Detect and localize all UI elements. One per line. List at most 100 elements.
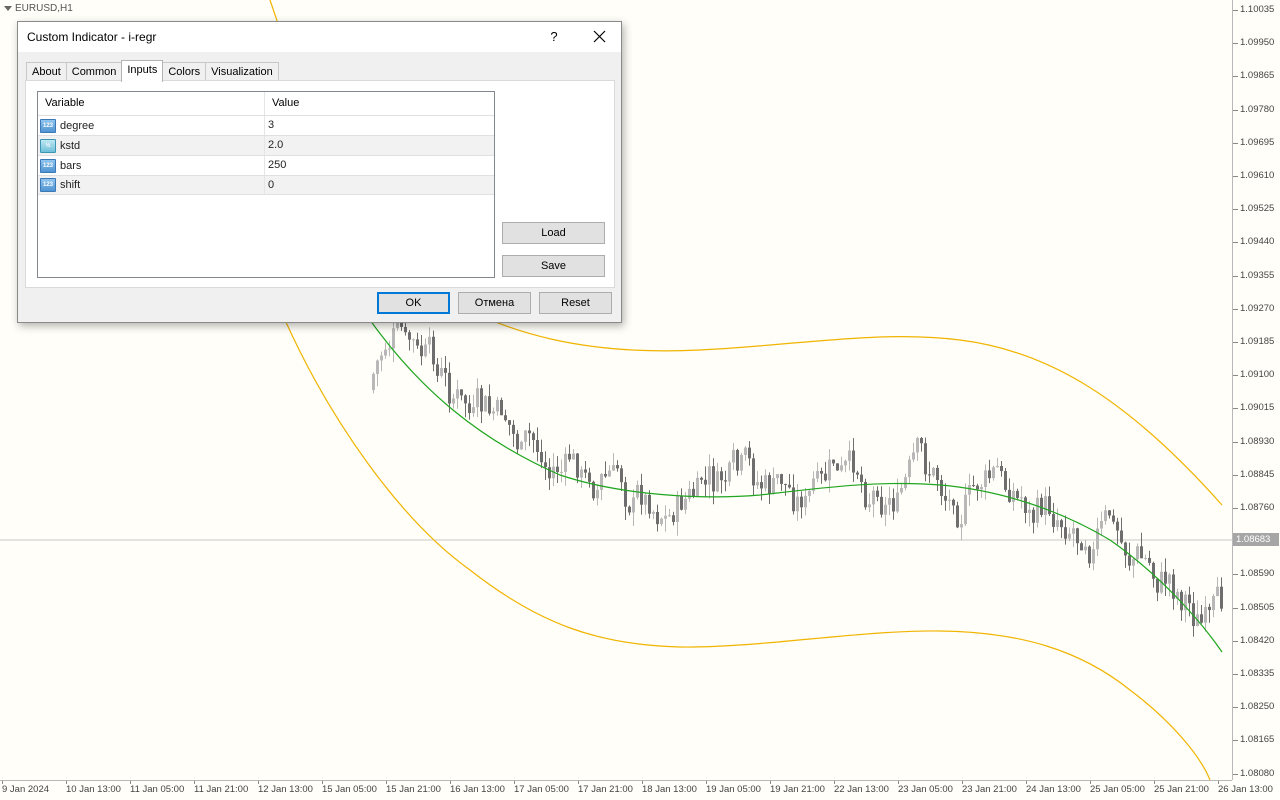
price-label: 1.09525 <box>1240 203 1275 215</box>
table-row[interactable]: 123 degree 3 <box>38 115 494 135</box>
candle-body <box>604 473 607 477</box>
candle-body <box>908 459 911 478</box>
value-cell[interactable]: 2.0 <box>265 136 494 155</box>
candle-body <box>996 466 999 468</box>
reset-button[interactable]: Reset <box>539 292 612 314</box>
chevron-down-icon[interactable] <box>4 6 12 11</box>
candle-body <box>632 497 635 513</box>
candle-body <box>644 494 647 505</box>
candle-body <box>900 488 903 493</box>
chart-symbol-label[interactable]: EURUSD,H1 <box>4 3 73 14</box>
help-button[interactable]: ? <box>534 22 574 52</box>
cancel-button[interactable]: Отмена <box>458 292 531 314</box>
value-cell[interactable]: 250 <box>265 156 494 175</box>
candle-body <box>932 467 935 476</box>
candle-body <box>944 495 947 501</box>
candle-body <box>972 485 975 487</box>
value-cell[interactable]: 3 <box>265 116 494 135</box>
load-button[interactable]: Load <box>502 222 605 244</box>
integer-type-icon: 123 <box>40 178 56 192</box>
price-label: 1.08080 <box>1240 767 1275 779</box>
candle-body <box>928 474 931 476</box>
candle-body <box>664 515 667 519</box>
candle-body <box>1208 606 1211 611</box>
candle-body <box>1084 546 1087 551</box>
double-type-icon: ½ <box>40 138 56 153</box>
candle-body <box>1060 520 1063 528</box>
candle-body <box>676 495 679 523</box>
price-tick <box>1233 773 1238 775</box>
ok-button[interactable]: OK <box>377 292 450 314</box>
candle-body <box>740 454 743 471</box>
price-tick <box>1233 707 1238 709</box>
candle-body <box>1124 542 1127 556</box>
integer-type-icon: 123 <box>40 118 56 133</box>
candle-body <box>516 433 519 450</box>
candle-body <box>1200 614 1203 623</box>
candle-body <box>704 479 707 485</box>
candle-body <box>416 339 419 346</box>
save-button[interactable]: Save <box>502 255 605 277</box>
close-button[interactable] <box>577 22 621 52</box>
candle-body <box>768 475 771 494</box>
header-value[interactable]: Value <box>265 92 494 115</box>
candle-body <box>1140 546 1143 559</box>
price-label: 1.09015 <box>1240 402 1275 414</box>
candle-body <box>428 336 431 345</box>
time-label: 19 Jan 05:00 <box>706 784 761 795</box>
candle-body <box>616 465 619 469</box>
candle-body <box>492 411 495 414</box>
candle-body <box>948 499 951 501</box>
candle-body <box>1040 497 1043 515</box>
candle-body <box>880 496 883 515</box>
price-tick <box>1233 375 1238 377</box>
price-label: 1.09100 <box>1240 369 1275 381</box>
candle-body <box>716 471 719 492</box>
dialog-title: Custom Indicator - i-regr <box>27 30 157 44</box>
price-label: 1.09695 <box>1240 136 1275 148</box>
table-row[interactable]: ½ kstd 2.0 <box>38 135 494 155</box>
candle-body <box>852 450 855 473</box>
candle-body <box>760 482 763 489</box>
candle-body <box>1112 515 1115 522</box>
candle-body <box>840 465 843 471</box>
header-variable[interactable]: Variable <box>38 92 265 115</box>
candle-body <box>1080 543 1083 551</box>
candle-body <box>988 470 991 479</box>
candle-body <box>1044 496 1047 515</box>
candle-body <box>440 368 443 376</box>
tab-colors[interactable]: Colors <box>162 62 207 82</box>
value-cell[interactable]: 0 <box>265 176 494 194</box>
tab-about[interactable]: About <box>26 62 67 82</box>
candle-body <box>468 403 471 414</box>
candle-body <box>976 485 979 490</box>
candle-body <box>688 488 691 499</box>
symbol-text: EURUSD,H1 <box>15 3 73 14</box>
candle-body <box>1008 489 1011 502</box>
dialog-titlebar[interactable]: Custom Indicator - i-regr ? <box>18 22 621 52</box>
candle-body <box>776 474 779 479</box>
inputs-panel: Variable Value 123 degree 3 ½ kstd 2.0 1… <box>25 80 615 288</box>
candle-body <box>980 486 983 490</box>
candle-body <box>800 496 803 508</box>
candle-body <box>940 480 943 496</box>
candle-body <box>696 477 699 497</box>
tab-common[interactable]: Common <box>65 62 123 82</box>
price-label: 1.09440 <box>1240 236 1275 248</box>
price-label: 1.08165 <box>1240 734 1275 746</box>
tab-visualization[interactable]: Visualization <box>205 62 279 82</box>
tab-inputs[interactable]: Inputs <box>121 60 164 82</box>
candle-body <box>1020 497 1023 499</box>
table-row[interactable]: 123 bars 250 <box>38 155 494 175</box>
price-tick <box>1233 242 1238 244</box>
time-scale[interactable]: 9 Jan 2024 10 Jan 13:00 11 Jan 05:00 11 Jan… <box>0 780 1273 800</box>
candle-body <box>808 490 811 496</box>
inputs-table: Variable Value 123 degree 3 ½ kstd 2.0 1… <box>37 91 495 278</box>
price-scale[interactable]: 1.10035 1.09950 1.09865 1.09780 1.09695 1.096… <box>1232 0 1280 780</box>
candle-body <box>388 348 391 350</box>
candle-body <box>572 453 575 460</box>
candle-body <box>964 494 967 525</box>
candle-body <box>780 474 783 484</box>
candle-body <box>1212 596 1215 611</box>
table-row[interactable]: 123 shift 0 <box>38 175 494 195</box>
